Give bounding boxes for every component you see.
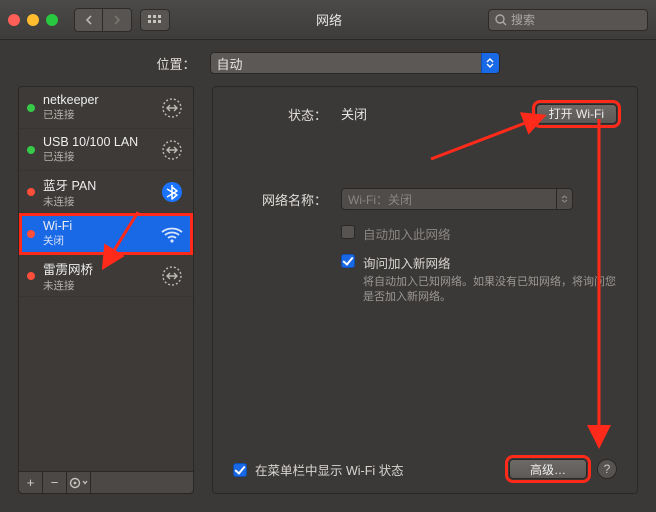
sidebar-item-netkeeper[interactable]: netkeeper 已连接 xyxy=(19,87,193,129)
detail-footer: 在菜单栏中显示 Wi-Fi 状态 高级… ? xyxy=(233,459,617,479)
wifi-icon xyxy=(159,221,185,247)
auto-join-row: 自动加入此网络 xyxy=(233,224,617,243)
main-area: netkeeper 已连接 USB 10/100 LAN 已连接 xyxy=(0,86,656,512)
updown-caret-icon xyxy=(481,53,499,73)
minimize-window-icon[interactable] xyxy=(27,14,39,26)
search-icon xyxy=(495,14,507,26)
title-bar: 网络 搜索 xyxy=(0,0,656,40)
sidebar-item-status: 已连接 xyxy=(43,149,159,164)
detail-panel: 状态： 关闭 打开 Wi-Fi 网络名称： Wi-Fi：关闭 xyxy=(212,86,638,494)
status-value: 关闭 xyxy=(341,104,367,123)
sidebar-item-status: 关闭 xyxy=(43,233,159,248)
sidebar-item-text: USB 10/100 LAN 已连接 xyxy=(43,135,159,164)
location-select[interactable]: 自动 xyxy=(210,52,500,74)
chevron-left-icon xyxy=(85,15,93,25)
show-all-prefs-button[interactable] xyxy=(140,9,170,31)
chevron-right-icon xyxy=(113,15,121,25)
sidebar-item-text: 蓝牙 PAN 未连接 xyxy=(43,175,159,209)
ask-join-description: 将自动加入已知网络。如果没有已知网络，将询问您是否加入新网络。 xyxy=(363,275,617,305)
sidebar-item-status: 未连接 xyxy=(43,194,159,209)
toggle-wifi-button[interactable]: 打开 Wi-Fi xyxy=(536,104,617,124)
window-title: 网络 xyxy=(178,10,480,29)
ask-join-label: 询问加入新网络 xyxy=(363,253,617,272)
sidebar-item-text: 雷雳网桥 未连接 xyxy=(43,259,159,293)
back-button[interactable] xyxy=(75,9,103,31)
close-window-icon[interactable] xyxy=(8,14,20,26)
gear-icon xyxy=(69,477,81,489)
sidebar-item-text: netkeeper 已连接 xyxy=(43,93,159,122)
auto-join-label: 自动加入此网络 xyxy=(363,224,451,243)
sidebar-item-status: 已连接 xyxy=(43,107,159,122)
remove-network-button[interactable]: − xyxy=(43,472,67,493)
sidebar-footer: + − xyxy=(19,471,193,493)
search-input[interactable]: 搜索 xyxy=(488,9,648,31)
status-dot-icon xyxy=(27,188,35,196)
sidebar-item-name: 蓝牙 PAN xyxy=(43,175,159,194)
window-controls xyxy=(8,14,58,26)
chevron-down-icon xyxy=(82,480,88,485)
show-menubar-checkbox[interactable] xyxy=(233,463,247,477)
status-dot-icon xyxy=(27,272,35,280)
show-menubar-label: 在菜单栏中显示 Wi-Fi 状态 xyxy=(255,460,404,479)
sidebar-item-usb-lan[interactable]: USB 10/100 LAN 已连接 xyxy=(19,129,193,171)
network-sidebar: netkeeper 已连接 USB 10/100 LAN 已连接 xyxy=(18,86,194,494)
advanced-button[interactable]: 高级… xyxy=(509,459,587,479)
ask-join-checkbox[interactable] xyxy=(341,254,355,268)
network-name-select[interactable]: Wi-Fi：关闭 xyxy=(341,188,573,210)
updown-caret-icon xyxy=(556,189,572,209)
arrows-icon xyxy=(159,263,185,289)
grid-icon xyxy=(148,15,162,25)
status-dot-icon xyxy=(27,230,35,238)
network-name-label: 网络名称： xyxy=(233,188,327,210)
help-button[interactable]: ? xyxy=(597,459,617,479)
status-row: 状态： 关闭 打开 Wi-Fi xyxy=(233,103,617,124)
sidebar-item-name: netkeeper xyxy=(43,93,159,107)
network-name-placeholder: Wi-Fi：关闭 xyxy=(348,191,412,208)
sidebar-item-thunderbolt[interactable]: 雷雳网桥 未连接 xyxy=(19,255,193,297)
sidebar-item-status: 未连接 xyxy=(43,278,159,293)
sidebar-item-bluetooth[interactable]: 蓝牙 PAN 未连接 xyxy=(19,171,193,213)
location-row: 位置： 自动 xyxy=(0,40,656,86)
sidebar-gear-button[interactable] xyxy=(67,472,91,493)
status-dot-icon xyxy=(27,146,35,154)
zoom-window-icon[interactable] xyxy=(46,14,58,26)
search-placeholder: 搜索 xyxy=(511,11,535,28)
ask-join-row: 询问加入新网络 将自动加入已知网络。如果没有已知网络，将询问您是否加入新网络。 xyxy=(233,253,617,305)
sidebar-item-name: USB 10/100 LAN xyxy=(43,135,159,149)
status-dot-icon xyxy=(27,104,35,112)
network-name-row: 网络名称： Wi-Fi：关闭 xyxy=(233,188,617,210)
bluetooth-icon xyxy=(159,179,185,205)
sidebar-item-text: Wi-Fi 关闭 xyxy=(43,219,159,248)
add-network-button[interactable]: + xyxy=(19,472,43,493)
network-list: netkeeper 已连接 USB 10/100 LAN 已连接 xyxy=(19,87,193,471)
nav-back-forward xyxy=(74,8,132,32)
arrows-icon xyxy=(159,95,185,121)
location-value: 自动 xyxy=(217,54,243,73)
sidebar-item-name: Wi-Fi xyxy=(43,219,159,233)
sidebar-item-name: 雷雳网桥 xyxy=(43,259,159,278)
forward-button[interactable] xyxy=(103,9,131,31)
location-label: 位置： xyxy=(156,54,195,73)
arrows-icon xyxy=(159,137,185,163)
status-label: 状态： xyxy=(233,103,327,124)
auto-join-checkbox[interactable] xyxy=(341,225,355,239)
sidebar-item-wifi[interactable]: Wi-Fi 关闭 xyxy=(19,213,193,255)
